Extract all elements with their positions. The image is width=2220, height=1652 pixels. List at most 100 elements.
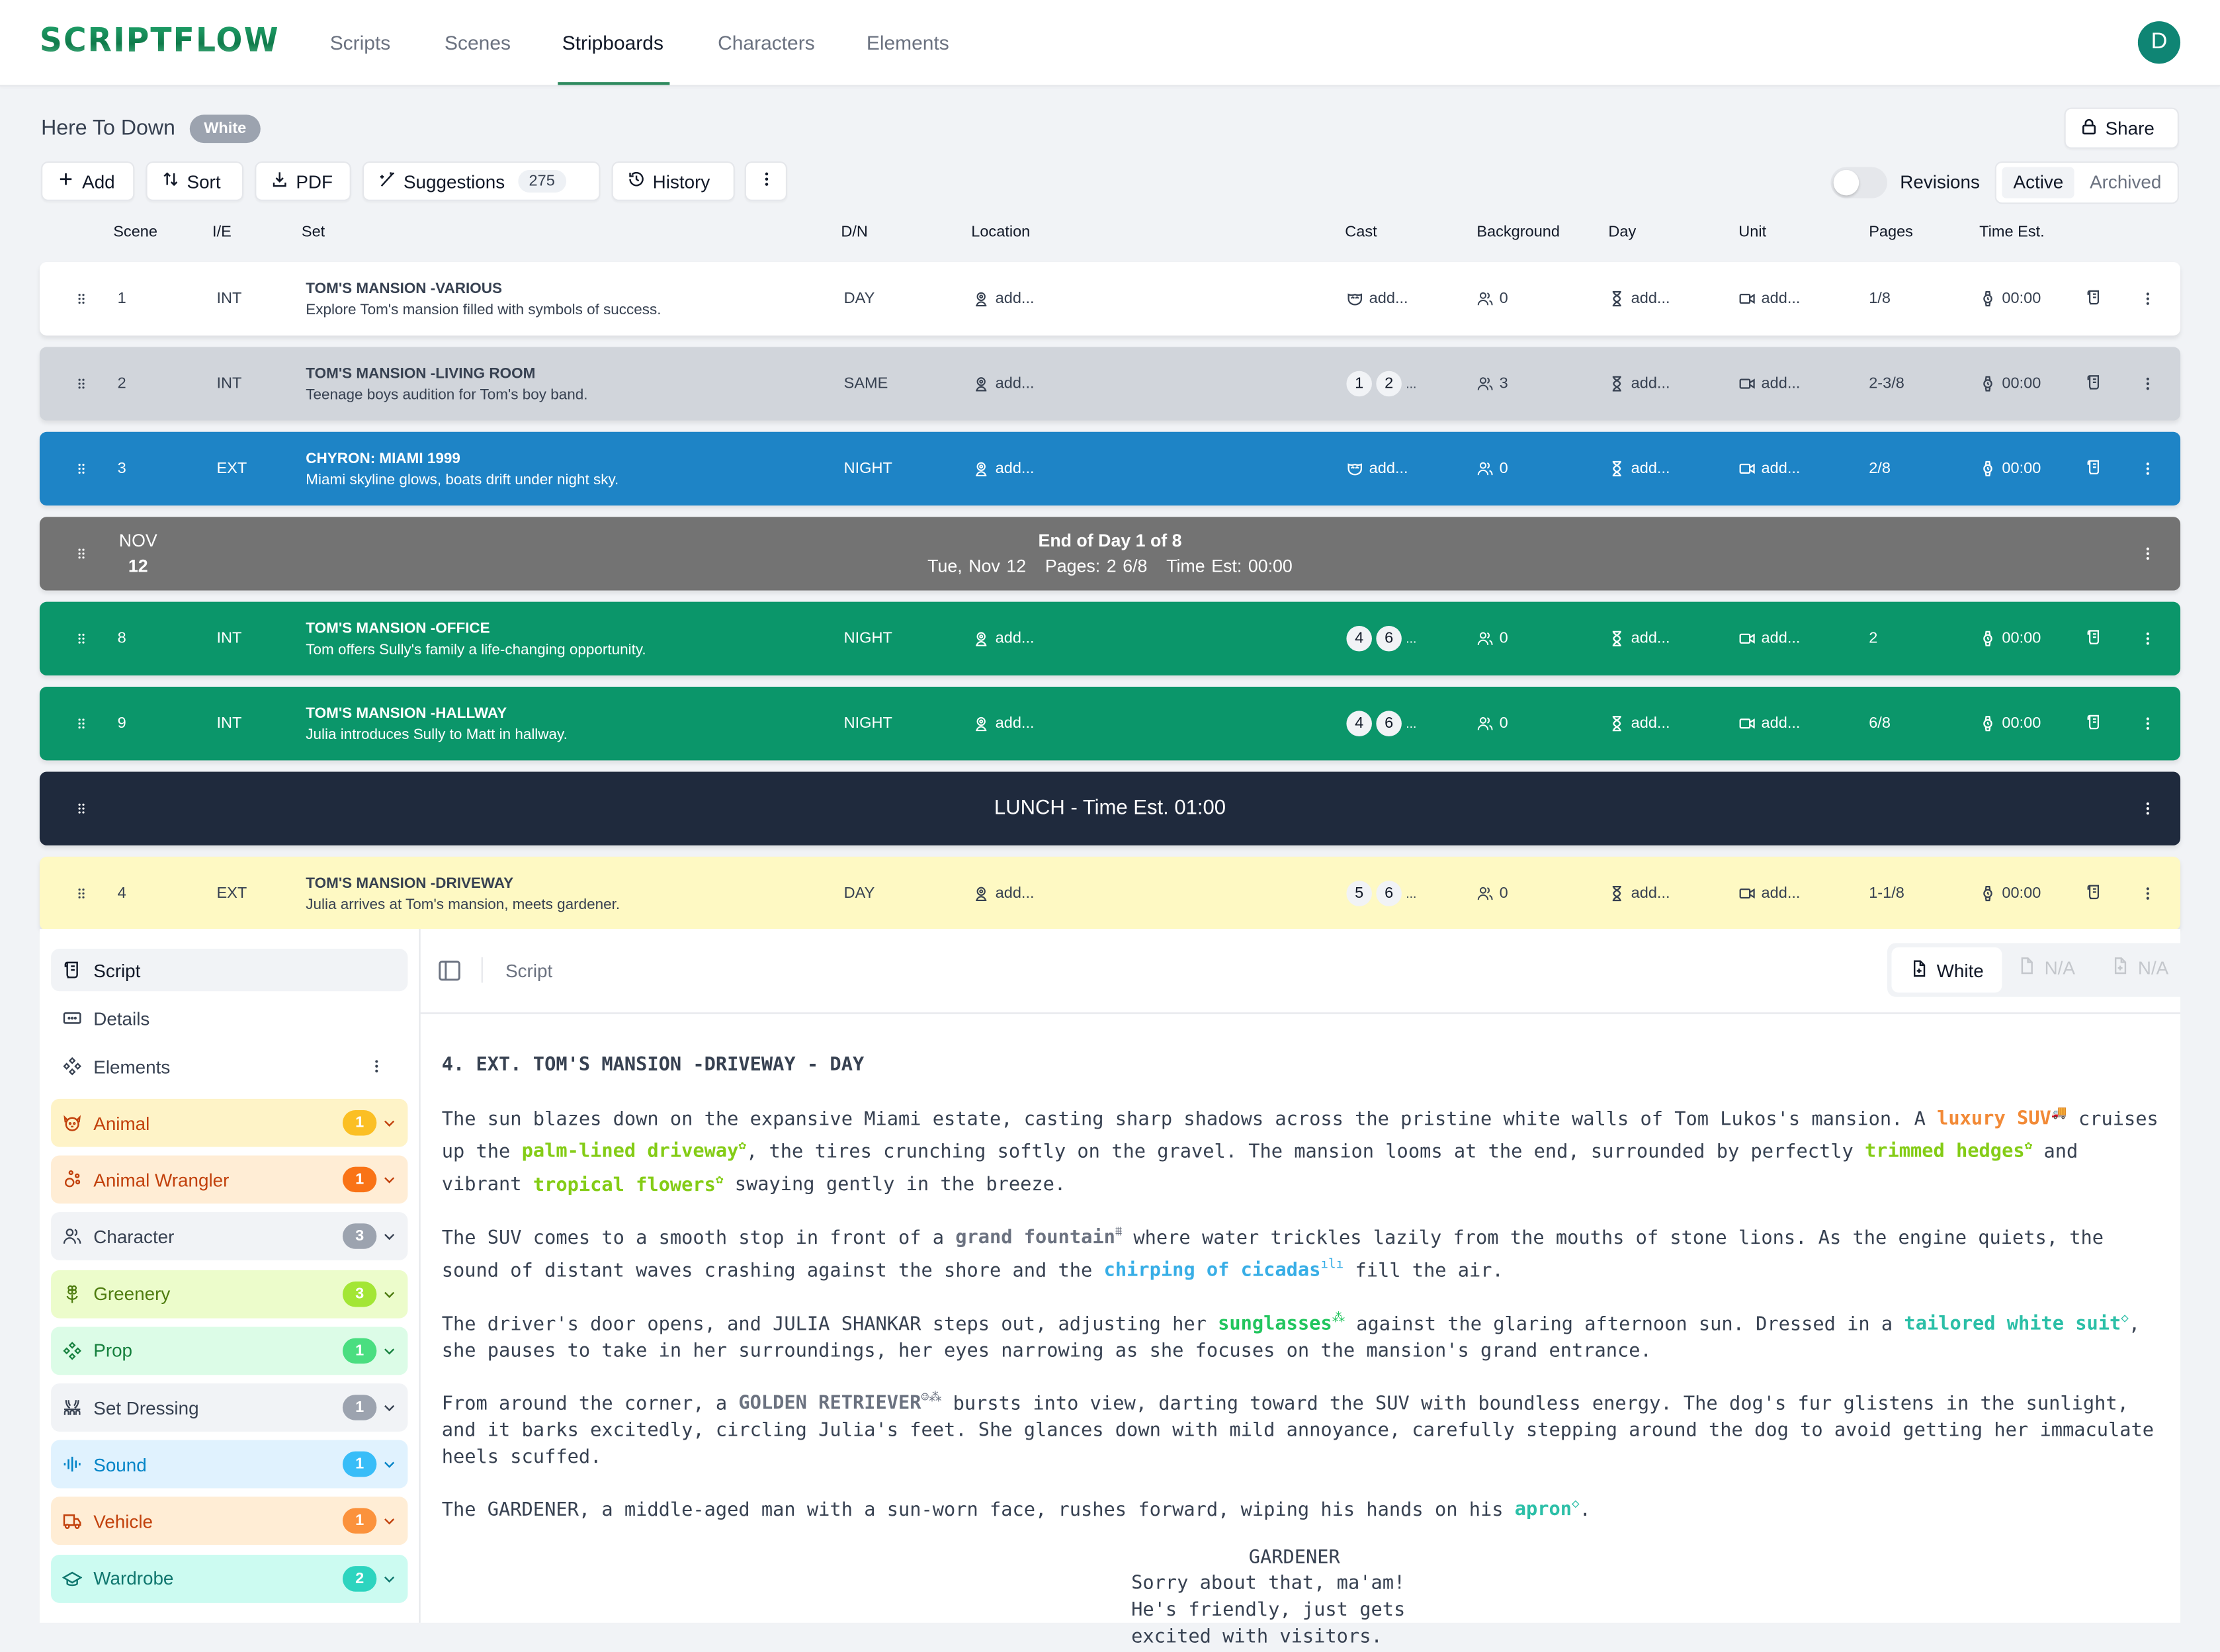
element-category-wardrobe[interactable]: Wardrobe 2 xyxy=(51,1554,408,1602)
tagged-element-wardrobe[interactable]: apron◇ xyxy=(1515,1498,1580,1521)
col-location[interactable]: Location xyxy=(971,224,1030,241)
pdf-button[interactable]: PDF xyxy=(255,161,351,201)
tagged-element-vehicle[interactable]: luxury SUV🚚 xyxy=(1937,1107,2067,1130)
open-script-icon[interactable] xyxy=(2086,262,2112,335)
tagged-element-sound[interactable]: chirping of cicadasılı xyxy=(1104,1258,1344,1282)
col-pages[interactable]: Pages xyxy=(1869,224,1913,241)
tagged-element-character[interactable]: GOLDEN RETRIEVER☺⁂ xyxy=(738,1392,941,1415)
time-est-cell[interactable]: 00:00 xyxy=(1979,347,2041,420)
day-cell[interactable]: add... xyxy=(1608,687,1670,760)
time-est-cell[interactable]: 00:00 xyxy=(1979,857,2041,930)
sort-button[interactable]: Sort xyxy=(146,161,244,201)
banner-strip[interactable]: LUNCH - Time Est. 01:00 xyxy=(39,771,2181,846)
view-archived[interactable]: Archived xyxy=(2078,167,2172,198)
chevron-down-icon[interactable] xyxy=(382,1170,396,1184)
tagged-element-greenery[interactable]: trimmed hedges✿ xyxy=(1865,1140,2032,1163)
day-cell[interactable]: add... xyxy=(1608,857,1670,930)
unit-cell[interactable]: add... xyxy=(1738,262,1800,335)
chevron-down-icon[interactable] xyxy=(382,1113,396,1127)
chevron-down-icon[interactable] xyxy=(382,1569,396,1583)
view-active[interactable]: Active xyxy=(2002,167,2075,198)
drag-handle-icon[interactable] xyxy=(73,687,95,760)
sidebar-item-script[interactable]: Script xyxy=(51,949,408,992)
drag-handle-icon[interactable] xyxy=(73,432,95,505)
col-unit[interactable]: Unit xyxy=(1738,224,1766,241)
tagged-element-greenery[interactable]: tropical flowers✿ xyxy=(533,1172,724,1196)
drag-handle-icon[interactable] xyxy=(73,857,95,930)
cast-badge[interactable]: 4 xyxy=(1346,711,1372,736)
background-cell[interactable]: 0 xyxy=(1476,432,1508,505)
script-content[interactable]: 4. EXT. TOM'S MANSION -DRIVEWAY - DAY Th… xyxy=(442,1053,2169,1651)
cast-cell[interactable]: 4 6... xyxy=(1346,602,1416,675)
cast-badge[interactable]: 1 xyxy=(1346,370,1372,397)
drag-handle-icon[interactable] xyxy=(73,602,95,675)
chevron-down-icon[interactable] xyxy=(382,1227,396,1241)
day-cell[interactable]: add... xyxy=(1608,262,1670,335)
day-break-strip[interactable]: NOV 12 End of Day 1 of 8 Tue, Nov 12 Pages:… xyxy=(39,517,2181,591)
element-category-greenery[interactable]: Greenery 3 xyxy=(51,1269,408,1318)
background-cell[interactable]: 0 xyxy=(1476,602,1508,675)
revision-white-tab[interactable]: White xyxy=(1891,947,2002,993)
cast-badge[interactable]: 6 xyxy=(1376,626,1402,652)
time-est-cell[interactable]: 00:00 xyxy=(1979,687,2041,760)
row-menu-kebab-icon[interactable] xyxy=(2139,517,2162,590)
col-ie[interactable]: I/E xyxy=(212,224,232,241)
day-cell[interactable]: add... xyxy=(1608,347,1670,420)
chevron-down-icon[interactable] xyxy=(382,1340,396,1355)
scene-strip[interactable]: 4 EXT TOM'S MANSION -DRIVEWAY Julia arrives… xyxy=(39,856,2181,931)
element-category-animal-wrangler[interactable]: Animal Wrangler 1 xyxy=(51,1155,408,1204)
sidebar-item-details[interactable]: Details xyxy=(51,997,407,1039)
location-cell[interactable]: add... xyxy=(972,347,1035,420)
elements-menu-kebab-icon[interactable] xyxy=(368,1057,385,1080)
tagged-element-wardrobe[interactable]: tailored white suit◇ xyxy=(1904,1312,2128,1335)
row-menu-kebab-icon[interactable] xyxy=(2139,347,2162,420)
element-category-sound[interactable]: Sound 1 xyxy=(51,1440,408,1489)
row-menu-kebab-icon[interactable] xyxy=(2139,602,2162,675)
nav-scenes[interactable]: Scenes xyxy=(445,31,511,54)
open-script-icon[interactable] xyxy=(2086,687,2112,760)
chevron-down-icon[interactable] xyxy=(382,1512,396,1526)
location-cell[interactable]: add... xyxy=(972,857,1035,930)
nav-stripboards[interactable]: Stripboards xyxy=(562,31,663,54)
col-dn[interactable]: D/N xyxy=(841,224,868,241)
cast-cell[interactable]: 1 2... xyxy=(1346,347,1416,420)
background-cell[interactable]: 0 xyxy=(1476,687,1508,760)
sidebar-item-elements[interactable]: Elements xyxy=(51,1045,407,1088)
cast-badge[interactable]: 6 xyxy=(1376,881,1402,906)
tagged-element-set-dressing[interactable]: grand fountain⩩ xyxy=(955,1226,1122,1249)
open-script-icon[interactable] xyxy=(2086,602,2112,675)
row-menu-kebab-icon[interactable] xyxy=(2139,687,2162,760)
cast-cell[interactable]: add... xyxy=(1346,262,1408,335)
chevron-down-icon[interactable] xyxy=(382,1454,396,1469)
cast-badge[interactable]: 2 xyxy=(1376,370,1402,397)
location-cell[interactable]: add... xyxy=(972,432,1035,505)
col-background[interactable]: Background xyxy=(1476,224,1560,241)
cast-badge[interactable]: 6 xyxy=(1376,711,1402,736)
unit-cell[interactable]: add... xyxy=(1738,432,1800,505)
tagged-element-prop[interactable]: sunglasses⁂ xyxy=(1218,1312,1345,1335)
time-est-cell[interactable]: 00:00 xyxy=(1979,432,2041,505)
nav-characters[interactable]: Characters xyxy=(718,31,815,54)
share-button[interactable]: Share xyxy=(2064,107,2179,149)
element-category-character[interactable]: Character 3 xyxy=(51,1212,408,1261)
unit-cell[interactable]: add... xyxy=(1738,687,1800,760)
background-cell[interactable]: 0 xyxy=(1476,262,1508,335)
scene-strip[interactable]: 9 INT TOM'S MANSION -HALLWAY Julia introduc… xyxy=(39,687,2181,761)
row-menu-kebab-icon[interactable] xyxy=(2139,771,2162,845)
nav-elements[interactable]: Elements xyxy=(867,31,949,54)
col-cast[interactable]: Cast xyxy=(1345,224,1377,241)
location-cell[interactable]: add... xyxy=(972,262,1035,335)
tagged-element-greenery[interactable]: palm-lined driveway✿ xyxy=(522,1140,746,1163)
element-category-set-dressing[interactable]: Set Dressing 1 xyxy=(51,1383,408,1432)
scene-strip[interactable]: 1 INT TOM'S MANSION -VARIOUS Explore Tom's … xyxy=(39,261,2181,336)
scene-strip[interactable]: 2 INT TOM'S MANSION -LIVING ROOM Teenage bo… xyxy=(39,347,2181,421)
cast-badge[interactable]: 5 xyxy=(1346,881,1372,906)
add-button[interactable]: Add xyxy=(41,161,135,201)
row-menu-kebab-icon[interactable] xyxy=(2139,857,2162,930)
revisions-toggle[interactable] xyxy=(1830,167,1888,198)
drag-handle-icon[interactable] xyxy=(73,347,95,420)
cast-badge[interactable]: 4 xyxy=(1346,626,1372,652)
cast-cell[interactable]: 4 6... xyxy=(1346,687,1416,760)
scene-strip[interactable]: 8 INT TOM'S MANSION -OFFICE Tom offers Sull… xyxy=(39,601,2181,675)
drag-handle-icon[interactable] xyxy=(73,262,95,335)
